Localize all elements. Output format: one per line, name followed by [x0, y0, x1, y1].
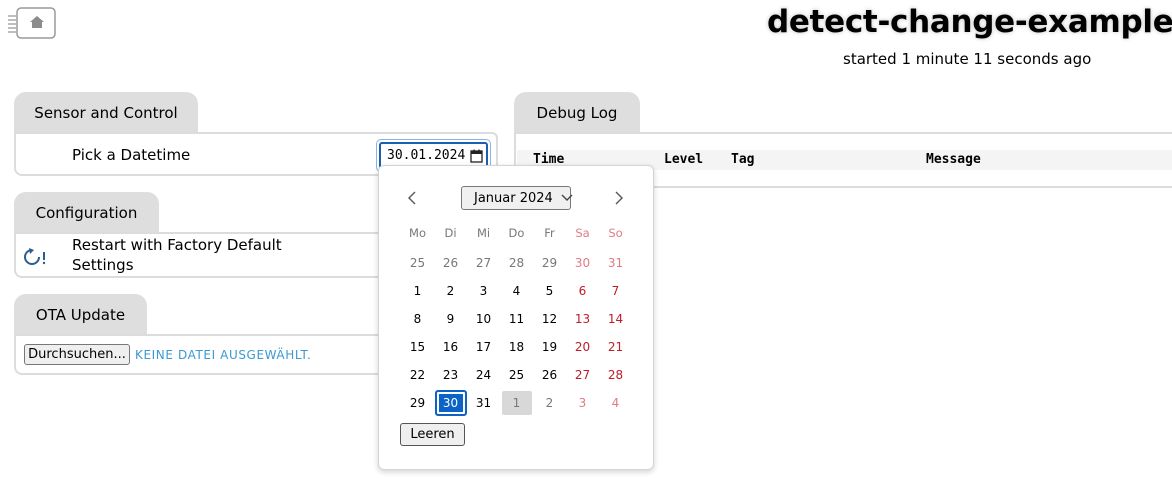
calendar-day[interactable]: 11: [500, 307, 533, 331]
calendar-icon[interactable]: [470, 149, 483, 163]
calendar-day[interactable]: 26: [533, 363, 566, 387]
calendar-week-row: 15 16 17 18 19 20 21: [401, 333, 632, 361]
calendar-day[interactable]: 13: [566, 307, 599, 331]
restart-warning-icon[interactable]: [24, 247, 48, 272]
month-year-value: Januar 2024: [474, 190, 553, 206]
calendar-day[interactable]: 23: [434, 363, 467, 387]
log-col-message: Message: [926, 152, 981, 167]
calendar-day[interactable]: 7: [599, 279, 632, 303]
log-col-tag: Tag: [731, 152, 755, 167]
calendar-day[interactable]: 2: [533, 391, 566, 415]
clear-date-button[interactable]: Leeren: [400, 423, 465, 446]
log-col-level: Level: [664, 152, 704, 167]
calendar-day[interactable]: 20: [566, 335, 599, 359]
calendar-day[interactable]: 21: [599, 335, 632, 359]
calendar-week-row: 25 26 27 28 29 30 31: [401, 249, 632, 277]
restart-label-line1: Restart with Factory Default: [72, 236, 282, 254]
calendar-day[interactable]: 30: [434, 390, 467, 416]
calendar-day[interactable]: 1: [501, 391, 532, 415]
weekday-label: Di: [444, 226, 457, 240]
restart-label-line2: Settings: [72, 256, 134, 274]
calendar-day[interactable]: 31: [599, 251, 632, 275]
restart-factory-button[interactable]: Restart with Factory Default Settings: [72, 236, 282, 274]
calendar-day[interactable]: 1: [401, 279, 434, 303]
calendar-week-row: 22 23 24 25 26 27 28: [401, 361, 632, 389]
calendar-day[interactable]: 15: [401, 335, 434, 359]
chevron-down-icon: [561, 194, 573, 202]
calendar-day[interactable]: 19: [533, 335, 566, 359]
weekday-label: So: [608, 226, 623, 240]
weekday-header-row: Mo Di Mi Do Fr Sa So: [401, 226, 632, 240]
calendar-week-row: 8 9 10 11 12 13 14: [401, 305, 632, 333]
tab-label: Sensor and Control: [34, 104, 178, 122]
tab-label: Configuration: [35, 204, 138, 222]
tab-label: Debug Log: [536, 104, 618, 122]
calendar-day[interactable]: 28: [599, 363, 632, 387]
calendar-week-row: 1234567: [401, 277, 632, 305]
calendar-day[interactable]: 4: [500, 279, 533, 303]
calendar-day[interactable]: 16: [434, 335, 467, 359]
calendar-day[interactable]: 26: [434, 251, 467, 275]
uptime-text: started 1 minute 11 seconds ago: [843, 50, 1092, 68]
calendar-day[interactable]: 4: [599, 391, 632, 415]
calendar-day[interactable]: 29: [401, 391, 434, 415]
browse-file-button[interactable]: Durchsuchen...: [24, 344, 130, 365]
datetime-value: 30.01.2024: [387, 148, 466, 163]
calendar-day[interactable]: 22: [401, 363, 434, 387]
calendar-day[interactable]: 25: [401, 251, 434, 275]
calendar-day[interactable]: 30: [566, 251, 599, 275]
month-year-select[interactable]: Januar 2024: [461, 186, 573, 210]
calendar-day[interactable]: 2: [434, 279, 467, 303]
calendar-day[interactable]: 6: [566, 279, 599, 303]
page-title: detect-change-example: [767, 4, 1172, 40]
calendar-day[interactable]: 3: [566, 391, 599, 415]
calendar-day[interactable]: 5: [533, 279, 566, 303]
calendar-day[interactable]: 25: [500, 363, 533, 387]
calendar-day[interactable]: 18: [500, 335, 533, 359]
tab-sensor-and-control: Sensor and Control: [14, 92, 198, 134]
logo-icon[interactable]: [7, 7, 57, 39]
chevron-left-icon[interactable]: [402, 188, 422, 208]
calendar-day[interactable]: 31: [467, 391, 500, 415]
calendar-day[interactable]: 29: [533, 251, 566, 275]
tab-label: OTA Update: [35, 306, 126, 324]
tab-configuration: Configuration: [14, 192, 159, 234]
weekday-label: Sa: [575, 226, 590, 240]
tab-debug-log: Debug Log: [514, 92, 640, 134]
calendar-day[interactable]: 24: [467, 363, 500, 387]
datetime-label: Pick a Datetime: [72, 146, 191, 164]
calendar-day[interactable]: 27: [566, 363, 599, 387]
calendar-day[interactable]: 12: [533, 307, 566, 331]
weekday-label: Do: [508, 226, 525, 240]
tab-ota-update: OTA Update: [14, 294, 147, 336]
weekday-label: Fr: [544, 226, 555, 240]
calendar-day[interactable]: 9: [434, 307, 467, 331]
weekday-label: Mi: [476, 226, 491, 240]
calendar-day[interactable]: 14: [599, 307, 632, 331]
calendar-day[interactable]: 27: [467, 251, 500, 275]
chevron-right-icon[interactable]: [609, 188, 629, 208]
calendar-day[interactable]: 3: [467, 279, 500, 303]
file-status-text: KEINE DATEI AUSGEWÄHLT.: [135, 348, 312, 362]
weekday-label: Mo: [409, 226, 426, 240]
day-grid: 25 26 27 28 29 30 31 1 2 3 4 5 6 7 8 9 10 11 12 13 14 15 16 17 1…: [401, 249, 632, 417]
calendar-day[interactable]: 17: [467, 335, 500, 359]
calendar-week-row: 29 30 31 1 2 3 4: [401, 389, 632, 417]
calendar-day[interactable]: 28: [500, 251, 533, 275]
calendar-day[interactable]: 8: [401, 307, 434, 331]
calendar-day[interactable]: 10: [467, 307, 500, 331]
